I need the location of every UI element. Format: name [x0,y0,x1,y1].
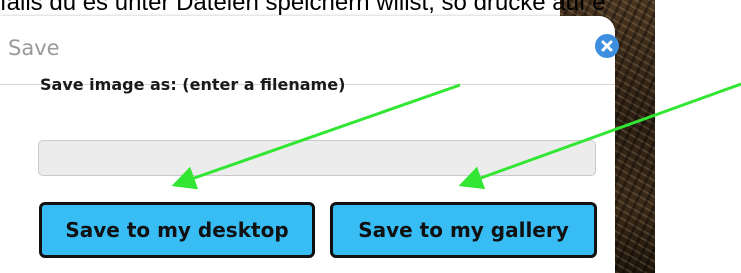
dialog-title: Save [8,36,60,60]
save-to-gallery-button[interactable]: Save to my gallery [330,202,597,258]
save-dialog: Save Save image as: (enter a filename) S… [0,16,619,273]
close-button[interactable] [595,34,619,58]
instruction-text: falls du es unter Dateien speichern will… [0,0,606,16]
close-icon [596,35,618,57]
filename-prompt: Save image as: (enter a filename) [40,75,346,94]
filename-input[interactable] [38,140,596,176]
save-to-desktop-button[interactable]: Save to my desktop [39,202,315,258]
